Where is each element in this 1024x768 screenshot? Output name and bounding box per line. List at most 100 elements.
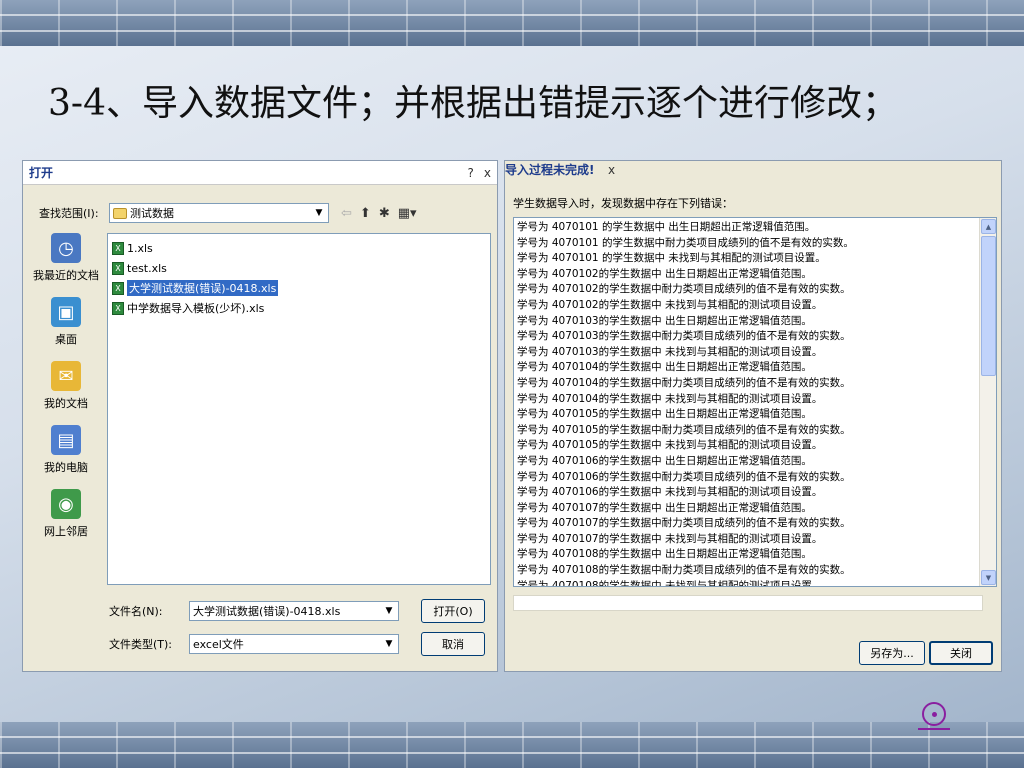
place-label: 网上邻居: [44, 525, 88, 538]
open-dialog-titlebar: 打开 ? x: [23, 161, 497, 185]
place-recent[interactable]: ◷ 我最近的文档: [29, 233, 103, 297]
error-line: 学号为 4070103的学生数据中 未找到与其相配的测试项目设置。: [517, 345, 823, 358]
desktop-icon: ▣: [51, 297, 81, 327]
lookin-value: 测试数据: [130, 207, 174, 220]
error-line: 学号为 4070107的学生数据中耐力类项目成绩列的值不是有效的实数。: [517, 517, 851, 530]
slide-title: 3-4、导入数据文件；并根据出错提示逐个进行修改；: [48, 83, 898, 124]
scroll-down-icon[interactable]: ▼: [981, 570, 996, 585]
place-label: 桌面: [55, 333, 77, 346]
toolbar-icons: ⇦ ⬆ ✱ ▦▾: [341, 206, 417, 221]
excel-file-icon: X: [112, 261, 124, 275]
file-name: 中学数据导入模板(少坏).xls: [127, 302, 265, 315]
lookin-label: 查找范围(I):: [39, 207, 99, 220]
close-button[interactable]: 关闭: [929, 641, 993, 665]
error-line: 学号为 4070102的学生数据中 出生日期超出正常逻辑值范围。: [517, 267, 812, 280]
file-item[interactable]: X 中学数据导入模板(少坏).xls: [110, 298, 488, 318]
chevron-down-icon[interactable]: ▼: [382, 637, 396, 651]
error-lines: 学号为 4070101 的学生数据中 出生日期超出正常逻辑值范围。 学号为 407…: [517, 220, 977, 587]
excel-file-icon: X: [112, 241, 124, 255]
import-error-dialog: 导入过程未完成! x 学生数据导入时，发现数据中存在下列错误： 学号为 4070…: [504, 160, 1002, 672]
cancel-button[interactable]: 取消: [421, 632, 485, 656]
filename-row: 文件名(N): 大学测试数据(错误)-0418.xls ▼ 打开(O): [109, 599, 485, 623]
error-line: 学号为 4070105的学生数据中 未找到与其相配的测试项目设置。: [517, 439, 823, 452]
file-item[interactable]: X 大学测试数据(错误)-0418.xls: [110, 278, 488, 298]
open-dialog-title: 打开: [29, 166, 54, 180]
file-name: test.xls: [127, 261, 167, 275]
error-line: 学号为 4070108的学生数据中 未找到与其相配的测试项目设置。: [517, 579, 823, 587]
slide-nav-icon[interactable]: [922, 702, 946, 726]
top-decorative-band: [0, 0, 1024, 46]
error-line: 学号为 4070104的学生数据中 未找到与其相配的测试项目设置。: [517, 392, 823, 405]
open-dialog-close-button[interactable]: x: [484, 166, 491, 180]
error-list-box[interactable]: 学号为 4070101 的学生数据中 出生日期超出正常逻辑值范围。 学号为 407…: [513, 217, 997, 587]
excel-file-icon: X: [112, 301, 124, 315]
place-label: 我的电脑: [44, 461, 88, 474]
save-as-button[interactable]: 另存为...: [859, 641, 925, 665]
file-item[interactable]: X 1.xls: [110, 238, 488, 258]
error-line: 学号为 4070106的学生数据中 出生日期超出正常逻辑值范围。: [517, 454, 812, 467]
error-line: 学号为 4070108的学生数据中耐力类项目成绩列的值不是有效的实数。: [517, 564, 851, 577]
open-button[interactable]: 打开(O): [421, 599, 485, 623]
error-line: 学号为 4070108的学生数据中 出生日期超出正常逻辑值范围。: [517, 548, 812, 561]
error-line: 学号为 4070104的学生数据中耐力类项目成绩列的值不是有效的实数。: [517, 376, 851, 389]
my-documents-icon: ✉: [51, 361, 81, 391]
excel-file-icon: X: [112, 281, 124, 295]
error-line: 学号为 4070104的学生数据中 出生日期超出正常逻辑值范围。: [517, 361, 812, 374]
error-dialog-titlebar: 导入过程未完成! x: [505, 161, 1001, 183]
new-folder-icon[interactable]: ✱: [379, 206, 390, 221]
help-button[interactable]: ?: [468, 166, 474, 180]
error-line: 学号为 4070106的学生数据中 未找到与其相配的测试项目设置。: [517, 486, 823, 499]
file-list[interactable]: X 1.xls X test.xls X 大学测试数据(错误)-0418.xls…: [107, 233, 491, 585]
filetype-label: 文件类型(T):: [109, 638, 173, 651]
horizontal-scroll-area: [513, 595, 983, 611]
folder-icon: [113, 207, 127, 219]
error-line: 学号为 4070105的学生数据中耐力类项目成绩列的值不是有效的实数。: [517, 423, 851, 436]
error-dialog-buttons: 另存为... 关闭: [859, 641, 993, 665]
place-network[interactable]: ◉ 网上邻居: [29, 489, 103, 553]
lookin-combo[interactable]: 测试数据 ▼: [109, 203, 329, 223]
filename-value: 大学测试数据(错误)-0418.xls: [193, 605, 341, 618]
error-line: 学号为 4070107的学生数据中 未找到与其相配的测试项目设置。: [517, 532, 823, 545]
place-desktop[interactable]: ▣ 桌面: [29, 297, 103, 361]
error-dialog-title: 导入过程未完成!: [505, 163, 595, 177]
chevron-down-icon[interactable]: ▼: [382, 604, 396, 618]
chevron-down-icon[interactable]: ▼: [312, 206, 326, 220]
place-label: 我的文档: [44, 397, 88, 410]
filetype-value: excel文件: [193, 638, 244, 651]
back-icon[interactable]: ⇦: [341, 206, 352, 221]
bottom-decorative-band: [0, 722, 1024, 768]
error-line: 学号为 4070101 的学生数据中 出生日期超出正常逻辑值范围。: [517, 221, 816, 233]
open-file-dialog: 打开 ? x 查找范围(I): 测试数据 ▼ ⇦ ⬆ ✱ ▦▾ ◷ 我最近的文档…: [22, 160, 498, 672]
view-menu-icon[interactable]: ▦▾: [398, 206, 417, 221]
lookin-row: 查找范围(I): 测试数据 ▼ ⇦ ⬆ ✱ ▦▾: [39, 203, 417, 223]
error-line: 学号为 4070107的学生数据中 出生日期超出正常逻辑值范围。: [517, 501, 812, 514]
network-places-icon: ◉: [51, 489, 81, 519]
scroll-up-icon[interactable]: ▲: [981, 219, 996, 234]
place-label: 我最近的文档: [33, 269, 99, 282]
recent-documents-icon: ◷: [51, 233, 81, 263]
error-line: 学号为 4070102的学生数据中耐力类项目成绩列的值不是有效的实数。: [517, 283, 851, 296]
error-line: 学号为 4070101 的学生数据中耐力类项目成绩列的值不是有效的实数。: [517, 236, 854, 249]
error-intro-text: 学生数据导入时，发现数据中存在下列错误：: [513, 197, 733, 210]
error-line: 学号为 4070102的学生数据中 未找到与其相配的测试项目设置。: [517, 298, 823, 311]
filetype-select[interactable]: excel文件 ▼: [189, 634, 399, 654]
place-my-documents[interactable]: ✉ 我的文档: [29, 361, 103, 425]
error-line: 学号为 4070106的学生数据中耐力类项目成绩列的值不是有效的实数。: [517, 470, 851, 483]
file-item[interactable]: X test.xls: [110, 258, 488, 278]
scroll-thumb[interactable]: [981, 236, 996, 376]
up-folder-icon[interactable]: ⬆: [360, 206, 371, 221]
error-line: 学号为 4070101 的学生数据中 未找到与其相配的测试项目设置。: [517, 252, 826, 265]
nav-underline: [918, 728, 950, 730]
filename-label: 文件名(N):: [109, 605, 163, 618]
filetype-row: 文件类型(T): excel文件 ▼ 取消: [109, 632, 485, 656]
file-name: 大学测试数据(错误)-0418.xls: [127, 280, 279, 296]
file-name: 1.xls: [127, 241, 153, 255]
error-line: 学号为 4070103的学生数据中 出生日期超出正常逻辑值范围。: [517, 314, 812, 327]
error-dialog-close-button[interactable]: x: [608, 163, 615, 177]
error-line: 学号为 4070103的学生数据中耐力类项目成绩列的值不是有效的实数。: [517, 330, 851, 343]
error-line: 学号为 4070105的学生数据中 出生日期超出正常逻辑值范围。: [517, 408, 812, 421]
places-bar: ◷ 我最近的文档 ▣ 桌面 ✉ 我的文档 ▤ 我的电脑 ◉ 网上邻居: [29, 233, 103, 553]
vertical-scrollbar[interactable]: ▲ ▼: [979, 218, 996, 586]
filename-input[interactable]: 大学测试数据(错误)-0418.xls ▼: [189, 601, 399, 621]
place-my-computer[interactable]: ▤ 我的电脑: [29, 425, 103, 489]
